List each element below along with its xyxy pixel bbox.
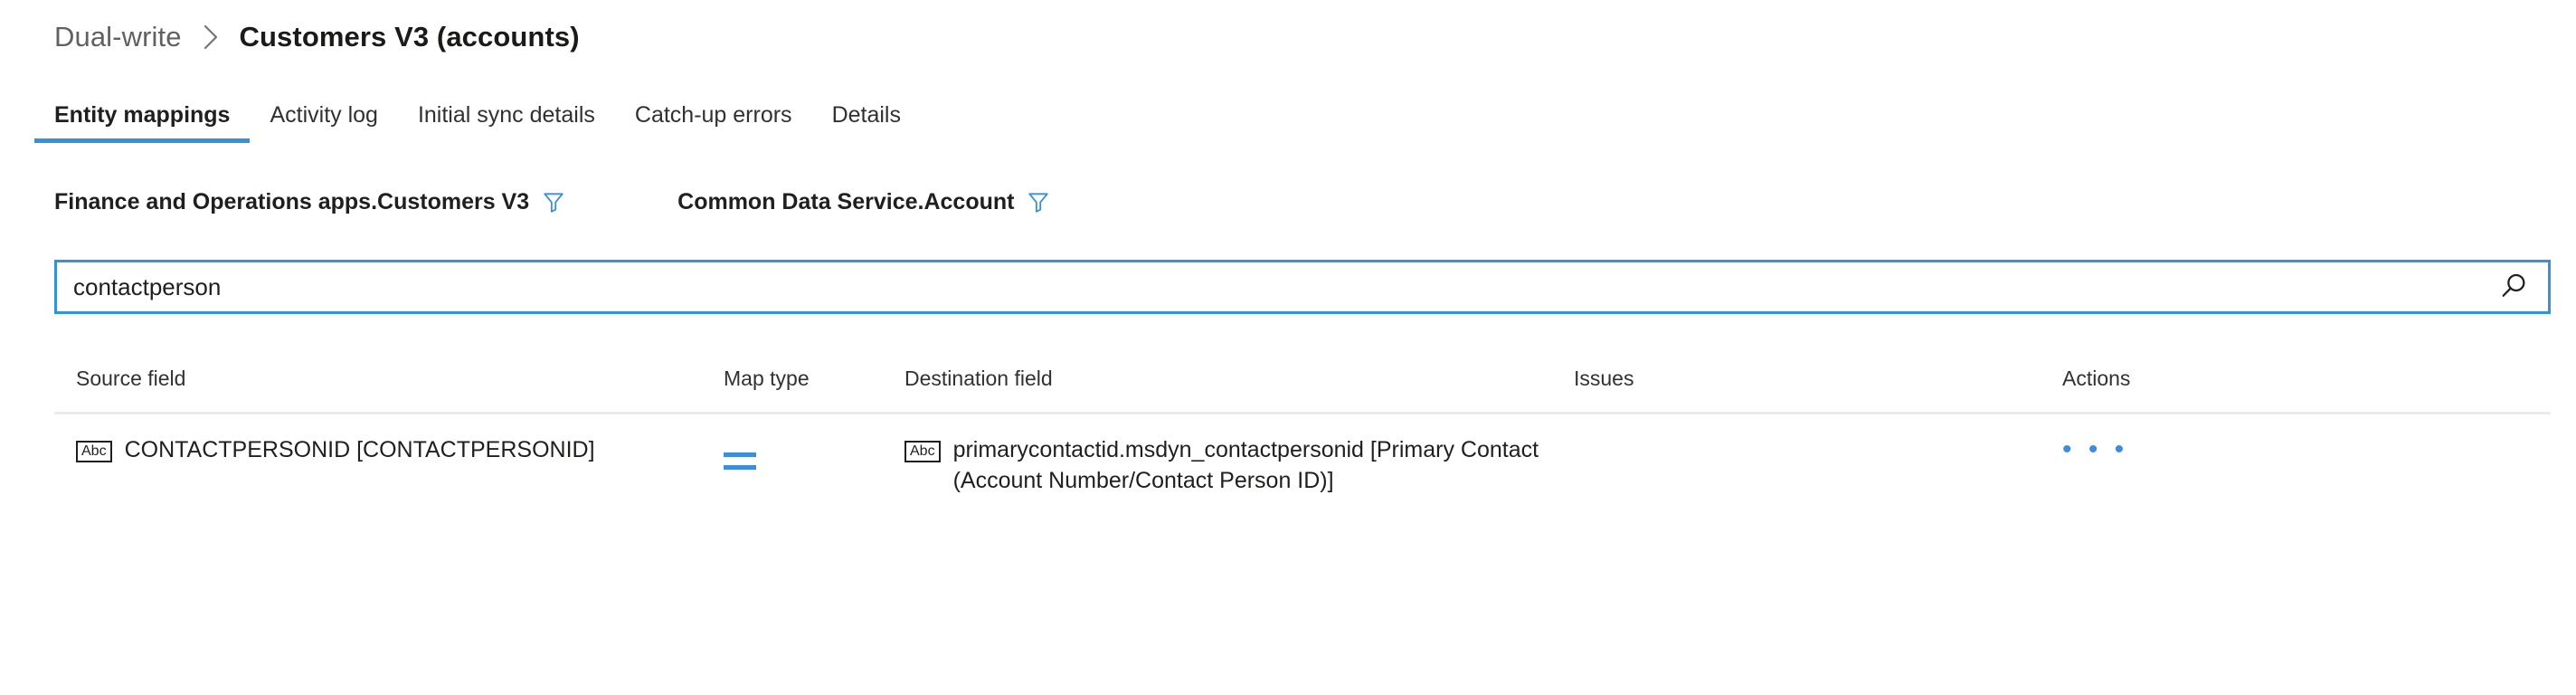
source-entity-label: Finance and Operations apps.Customers V3 bbox=[54, 189, 565, 215]
breadcrumb-parent-link[interactable]: Dual-write bbox=[54, 21, 182, 53]
chevron-right-icon bbox=[202, 23, 220, 52]
tab-label: Catch-up errors bbox=[634, 102, 792, 128]
page-title: Customers V3 (accounts) bbox=[239, 21, 580, 52]
destination-entity-label: Common Data Service.Account bbox=[677, 189, 1050, 215]
search-box[interactable] bbox=[54, 260, 2551, 314]
source-field-value: CONTACTPERSONID [CONTACTPERSONID] bbox=[124, 437, 595, 462]
cell-destination-field: Abc primarycontactid.msdyn_contactperson… bbox=[904, 434, 1574, 496]
filter-funnel-icon[interactable] bbox=[1027, 190, 1050, 214]
breadcrumb: Dual-write Customers V3 (accounts) bbox=[0, 0, 2576, 58]
column-header-actions: Actions bbox=[2062, 366, 2131, 390]
column-header-issues[interactable]: Issues bbox=[1574, 367, 2062, 391]
table-row[interactable]: Abc CONTACTPERSONID [CONTACTPERSONID] Ab… bbox=[54, 414, 2551, 507]
column-header-source-field[interactable]: Source field bbox=[54, 367, 724, 391]
abc-text-type-icon: Abc bbox=[904, 441, 941, 462]
search-icon bbox=[2498, 271, 2529, 304]
more-options-ellipsis-icon[interactable]: • • • bbox=[2062, 434, 2128, 464]
equals-icon bbox=[724, 452, 756, 470]
source-entity-name: Finance and Operations apps.Customers V3 bbox=[54, 188, 530, 214]
tab-catch-up-errors[interactable]: Catch-up errors bbox=[615, 101, 812, 143]
column-header-destination-field[interactable]: Destination field bbox=[904, 367, 1574, 391]
abc-text-type-icon: Abc bbox=[76, 441, 112, 462]
tab-activity-log[interactable]: Activity log bbox=[250, 101, 397, 143]
tab-entity-mappings[interactable]: Entity mappings bbox=[34, 101, 251, 143]
tab-details[interactable]: Details bbox=[812, 101, 921, 143]
destination-entity-name: Common Data Service.Account bbox=[677, 188, 1015, 214]
tab-label: Entity mappings bbox=[54, 102, 231, 128]
table-header-row: Source field Map type Destination field … bbox=[54, 356, 2551, 414]
filter-funnel-icon[interactable] bbox=[542, 190, 565, 214]
tab-initial-sync-details[interactable]: Initial sync details bbox=[398, 101, 615, 143]
tab-label: Details bbox=[831, 102, 901, 128]
cell-source-field: Abc CONTACTPERSONID [CONTACTPERSONID] bbox=[54, 434, 724, 465]
search-button[interactable] bbox=[2479, 262, 2548, 311]
entity-mapping-header: Finance and Operations apps.Customers V3… bbox=[0, 184, 2576, 220]
search-input[interactable] bbox=[57, 262, 2479, 311]
cell-map-type bbox=[724, 434, 904, 470]
tab-bar: Entity mappings Activity log Initial syn… bbox=[0, 92, 2576, 143]
column-header-map-type[interactable]: Map type bbox=[724, 367, 904, 391]
tab-label: Activity log bbox=[270, 102, 378, 128]
cell-actions: • • • bbox=[2062, 434, 2334, 466]
tab-label: Initial sync details bbox=[417, 102, 595, 128]
mappings-table: Source field Map type Destination field … bbox=[0, 356, 2551, 507]
destination-field-value: primarycontactid.msdyn_contactpersonid [… bbox=[952, 437, 1539, 493]
